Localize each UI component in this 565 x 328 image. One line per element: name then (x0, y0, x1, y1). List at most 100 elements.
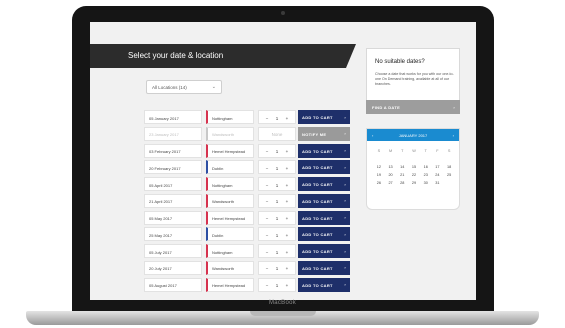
minus-icon[interactable]: − (262, 199, 272, 204)
calendar-day[interactable]: 27 (385, 181, 397, 185)
session-date: 23 January 2017 (144, 126, 202, 141)
quantity-stepper[interactable]: None (258, 126, 296, 141)
quantity-stepper[interactable]: −1 + (258, 244, 296, 258)
session-date: 05 August 2017 (144, 277, 202, 292)
minus-icon[interactable]: − (262, 266, 272, 271)
session-location: Wandsworth (206, 126, 254, 141)
calendar: ‹ JANUARY 2017 › S M T W T F S 12 13 14 15 16 17 18 19… (366, 128, 460, 210)
calendar-day[interactable]: 29 (408, 181, 420, 185)
calendar-day-header: F (436, 149, 439, 153)
plus-icon[interactable]: + (282, 166, 292, 171)
button-label: ADD TO CART (302, 115, 333, 120)
calendar-day[interactable]: 12 (373, 165, 385, 169)
quantity-value: 1 (275, 149, 279, 154)
session-location: Wandsworth (206, 193, 254, 208)
calendar-day[interactable]: 20 (385, 173, 397, 177)
plus-icon[interactable]: + (282, 216, 292, 221)
quantity-stepper[interactable]: −1 + (258, 210, 296, 225)
calendar-day[interactable]: 17 (432, 165, 444, 169)
quantity-stepper[interactable]: −1 + (258, 227, 296, 242)
base-notch (250, 311, 316, 316)
calendar-day-header: S (377, 149, 381, 153)
add-to-cart-button[interactable]: ADD TO CART › (298, 160, 350, 175)
laptop-lid: Select your date & location All Location… (72, 6, 494, 314)
calendar-day[interactable]: 23 (420, 173, 432, 177)
camera (281, 11, 285, 15)
find-a-date-button[interactable]: FIND A DATE › (366, 100, 460, 114)
minus-icon[interactable]: − (262, 283, 272, 288)
calendar-day[interactable]: 26 (373, 181, 385, 185)
quantity-stepper[interactable]: −1 + (258, 160, 296, 175)
plus-icon[interactable]: + (282, 199, 292, 204)
add-to-cart-button[interactable]: ADD TO CART › (298, 260, 350, 275)
quantity-value: 1 (275, 216, 279, 221)
calendar-day[interactable]: 21 (396, 173, 408, 177)
chevron-right-icon: › (344, 231, 346, 237)
add-to-cart-button[interactable]: ADD TO CART › (298, 227, 350, 242)
quantity-stepper[interactable]: −1 + (258, 193, 296, 208)
add-to-cart-button[interactable]: ADD TO CART › (298, 110, 350, 124)
calendar-day[interactable]: 13 (385, 165, 397, 169)
add-to-cart-button[interactable]: ADD TO CART › (298, 244, 350, 258)
add-to-cart-button[interactable]: ADD TO CART › (298, 210, 350, 225)
button-label: ADD TO CART (302, 282, 333, 288)
minus-icon[interactable]: − (262, 149, 272, 154)
session-location: Dublin (206, 227, 254, 242)
calendar-day[interactable]: 30 (420, 181, 432, 185)
minus-icon[interactable]: − (262, 183, 272, 188)
quantity-value: None (271, 132, 283, 138)
quantity-stepper[interactable]: −1 + (258, 143, 296, 158)
quantity-stepper[interactable]: −1 + (258, 277, 296, 292)
calendar-day-header: T (401, 149, 404, 153)
session-location: Hemel Hempstead (206, 277, 254, 292)
minus-icon[interactable]: − (262, 216, 272, 221)
calendar-month: JANUARY 2017 (398, 133, 428, 138)
plus-icon[interactable]: + (282, 149, 292, 154)
minus-icon[interactable]: − (262, 116, 272, 121)
quantity-stepper[interactable]: −1 + (258, 260, 296, 275)
plus-icon[interactable]: + (282, 266, 292, 271)
calendar-day[interactable]: 24 (432, 173, 444, 177)
calendar-day[interactable]: 19 (373, 173, 385, 177)
calendar-day (443, 181, 455, 185)
add-to-cart-button[interactable]: ADD TO CART › (298, 193, 350, 208)
minus-icon[interactable]: − (262, 233, 272, 238)
session-location: Wandsworth (206, 260, 254, 275)
calendar-day[interactable]: 18 (443, 165, 455, 169)
calendar-day[interactable]: 28 (396, 181, 408, 185)
calendar-day[interactable]: 15 (408, 165, 420, 169)
panel-title: No suitable dates? (375, 59, 425, 65)
add-to-cart-button[interactable]: ADD TO CART › (298, 277, 350, 292)
chevron-right-icon: › (344, 248, 346, 254)
quantity-stepper[interactable]: −1 + (258, 177, 296, 191)
button-label: ADD TO CART (302, 198, 333, 204)
plus-icon[interactable]: + (282, 250, 292, 255)
quantity-value: 1 (275, 266, 279, 272)
calendar-day[interactable]: 25 (443, 173, 455, 177)
notify-me-button[interactable]: NOTIFY ME › (298, 126, 350, 141)
plus-icon[interactable]: + (282, 183, 292, 188)
chevron-left-icon[interactable]: ‹ (372, 133, 373, 138)
chevron-right-icon[interactable]: › (453, 133, 454, 138)
quantity-value: 1 (275, 283, 279, 288)
calendar-day[interactable]: 22 (408, 173, 420, 177)
button-label: ADD TO CART (302, 265, 333, 271)
calendar-day-header: W (412, 149, 416, 153)
session-location: Dublin (206, 160, 254, 175)
plus-icon[interactable]: + (282, 283, 292, 288)
location-select[interactable]: All Locations (14) ⌄ (146, 80, 222, 94)
add-to-cart-button[interactable]: ADD TO CART › (298, 143, 350, 158)
quantity-value: 1 (275, 182, 279, 188)
chevron-right-icon: › (344, 164, 346, 170)
calendar-day[interactable]: 31 (432, 181, 444, 185)
plus-icon[interactable]: + (282, 233, 292, 238)
calendar-day[interactable]: 16 (420, 165, 432, 169)
add-to-cart-button[interactable]: ADD TO CART › (298, 177, 350, 191)
calendar-day[interactable]: 14 (396, 165, 408, 169)
calendar-day-header: M (388, 149, 393, 153)
minus-icon[interactable]: − (262, 250, 272, 255)
session-location: Nottingham (206, 177, 254, 191)
quantity-stepper[interactable]: −1 + (258, 110, 296, 124)
plus-icon[interactable]: + (282, 116, 292, 121)
minus-icon[interactable]: − (262, 166, 272, 171)
